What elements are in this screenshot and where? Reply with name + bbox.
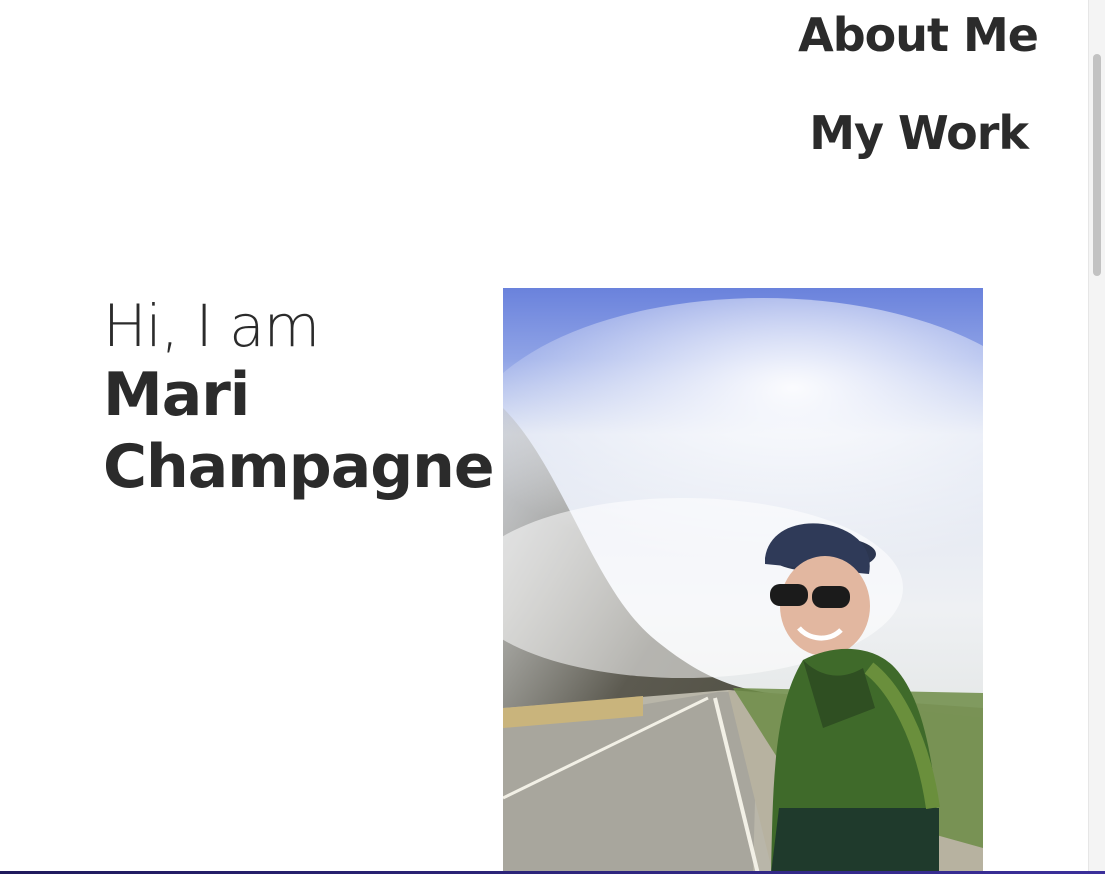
hero-name-last: Champagne bbox=[103, 432, 495, 502]
nav-link-my-work[interactable]: My Work bbox=[809, 110, 1029, 156]
hero-greeting: Hi, I am bbox=[103, 292, 320, 360]
profile-photo bbox=[503, 288, 983, 874]
vertical-scrollbar[interactable] bbox=[1088, 0, 1105, 874]
scrollbar-thumb[interactable] bbox=[1093, 54, 1101, 276]
nav-link-about-me[interactable]: About Me bbox=[798, 12, 1039, 58]
page: About Me My Work Hi, I am Mari Champagne bbox=[0, 0, 1105, 874]
hero-intro: Hi, I am Mari Champagne bbox=[103, 293, 503, 503]
portrait-photo-icon bbox=[503, 288, 983, 874]
hero-name-first: Mari bbox=[103, 360, 250, 430]
